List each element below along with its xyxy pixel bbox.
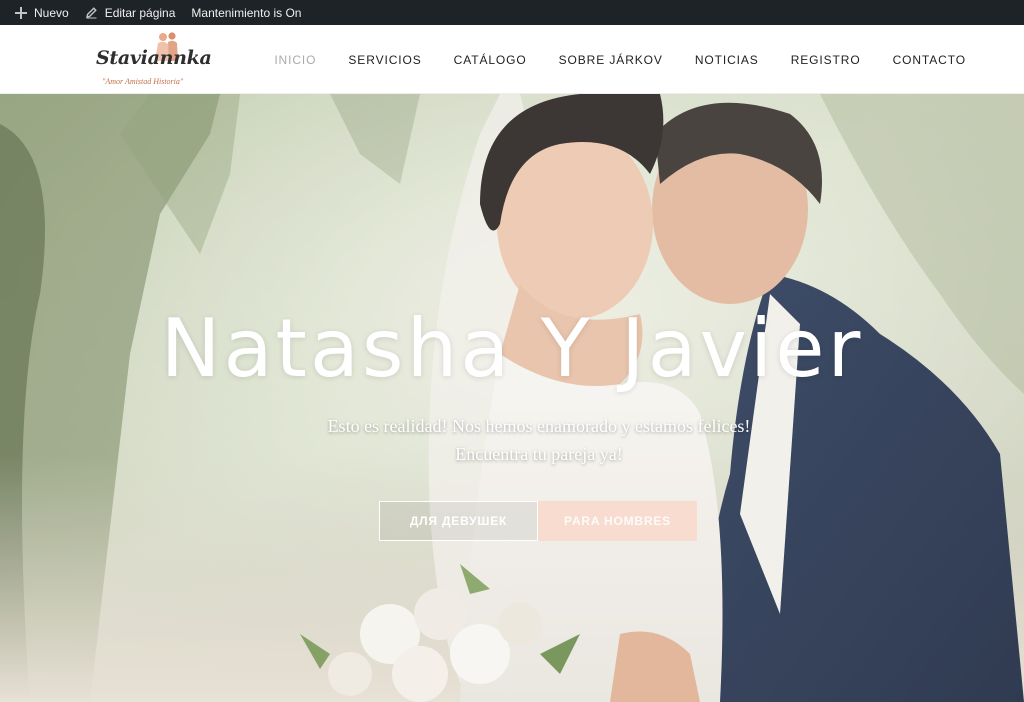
admin-new-button[interactable]: Nuevo xyxy=(14,6,69,20)
for-men-button[interactable]: PARA HOMBRES xyxy=(538,501,697,541)
admin-new-label: Nuevo xyxy=(34,5,69,20)
nav-item-contacto[interactable]: CONTACTO xyxy=(893,53,966,67)
main-navigation: INICIO SERVICIOS CATÁLOGO SOBRE JÁRKOV N… xyxy=(242,25,966,94)
nav-item-registro[interactable]: REGISTRO xyxy=(791,53,861,67)
admin-maintenance-status[interactable]: Mantenimiento is On xyxy=(191,6,301,20)
nav-item-catalogo[interactable]: CATÁLOGO xyxy=(454,53,527,67)
site-logo[interactable]: Staviannka "Amor Amistad Historia" xyxy=(96,31,212,89)
nav-item-inicio[interactable]: INICIO xyxy=(274,53,316,67)
admin-maintenance-label: Mantenimiento is On xyxy=(191,5,302,20)
for-girls-button[interactable]: ДЛЯ ДЕВУШЕК xyxy=(379,501,538,541)
admin-edit-label: Editar página xyxy=(104,5,176,20)
site-header: Staviannka "Amor Amistad Historia" INICI… xyxy=(0,25,1024,94)
hero-subtitle-line2: Encuentra tu pareja ya! xyxy=(455,444,623,464)
plus-icon xyxy=(14,6,28,20)
hero-title: Natasha Y Javier xyxy=(160,302,864,395)
nav-item-servicios[interactable]: SERVICIOS xyxy=(348,53,421,67)
logo-tagline: "Amor Amistad Historia" xyxy=(102,77,184,86)
wp-admin-bar: Nuevo Editar página Mantenimiento is On xyxy=(0,0,1024,25)
hero-subtitle-line1: Esto es realidad! Nos hemos enamorado y … xyxy=(327,416,751,436)
nav-item-noticias[interactable]: NOTICIAS xyxy=(695,53,759,67)
hero-background-photo xyxy=(0,94,1024,702)
nav-item-sobre-jarkov[interactable]: SOBRE JÁRKOV xyxy=(559,53,663,67)
logo-name: Staviannka xyxy=(96,47,212,69)
admin-edit-page-button[interactable]: Editar página xyxy=(85,5,176,20)
hero-section: Natasha Y Javier Esto es realidad! Nos h… xyxy=(0,94,1024,702)
pencil-icon xyxy=(85,6,99,20)
